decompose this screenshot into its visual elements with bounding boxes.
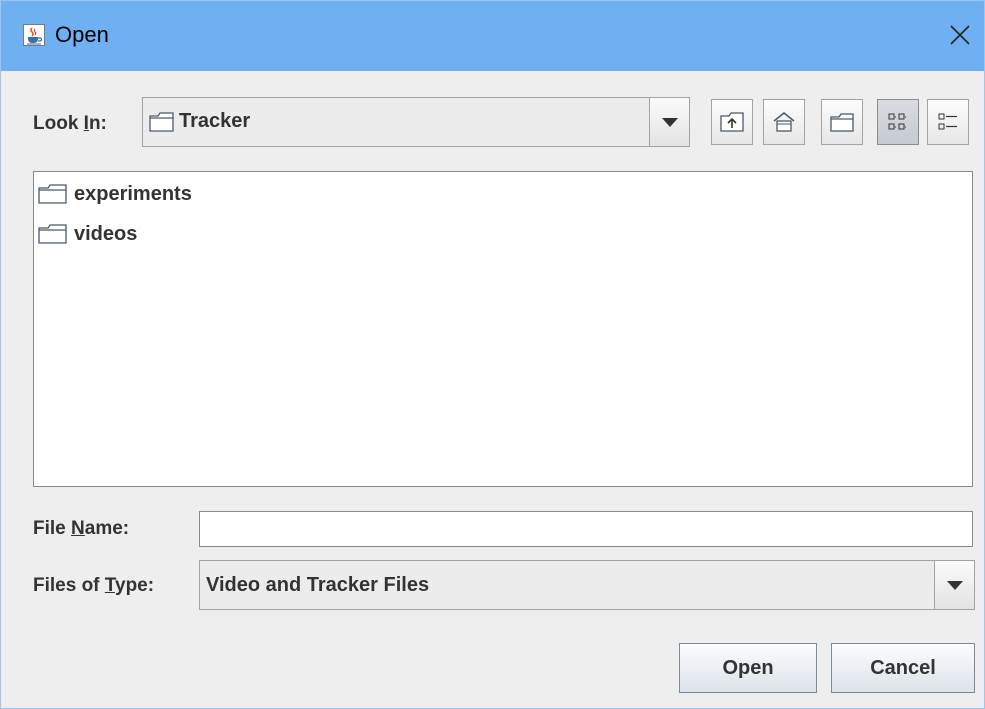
home-button[interactable]: [763, 99, 805, 145]
list-item[interactable]: experiments: [38, 180, 192, 208]
files-of-type-label: Files of Type:: [33, 574, 154, 598]
window-title: Open: [55, 22, 109, 47]
folder-icon: [38, 224, 67, 244]
open-dialog: Open Look In: Tracker experiments videos…: [0, 0, 985, 709]
files-of-type-label-prefix: Files of: [33, 575, 105, 596]
close-icon: [950, 25, 970, 45]
files-of-type-label-suffix: ype:: [115, 575, 155, 596]
list-item-label: experiments: [74, 182, 192, 205]
list-item-label: videos: [74, 222, 138, 245]
chevron-down-icon: [946, 580, 963, 590]
files-of-type-label-mnemonic: T: [104, 575, 115, 596]
list-view-button[interactable]: [877, 99, 919, 145]
list-item[interactable]: videos: [38, 220, 137, 248]
create-new-folder-button[interactable]: [821, 99, 863, 145]
file-name-label-mnemonic: N: [71, 518, 85, 539]
look-in-dropdown-button[interactable]: [649, 98, 689, 146]
files-of-type-combobox[interactable]: Video and Tracker Files: [199, 560, 975, 610]
files-of-type-dropdown-button[interactable]: [934, 561, 974, 609]
files-of-type-value: Video and Tracker Files: [206, 574, 430, 596]
details-view-button[interactable]: [927, 99, 969, 145]
look-in-label-suffix: n:: [88, 113, 107, 134]
folder-icon: [38, 184, 67, 204]
chevron-down-icon: [661, 117, 678, 127]
details-view-icon: [938, 113, 957, 130]
file-name-label-prefix: File: [33, 518, 72, 539]
title-bar[interactable]: Open: [1, 1, 984, 71]
java-cup-icon: [23, 24, 45, 46]
up-one-level-button[interactable]: [711, 99, 753, 145]
file-name-label-suffix: ame:: [84, 518, 130, 539]
open-button[interactable]: Open: [679, 643, 817, 693]
home-icon: [773, 112, 795, 132]
folder-up-icon: [720, 112, 744, 132]
close-button[interactable]: [940, 13, 980, 57]
file-list[interactable]: experiments videos: [33, 171, 973, 487]
look-in-value: Tracker: [179, 110, 251, 132]
folder-icon: [149, 112, 174, 132]
look-in-combobox[interactable]: Tracker: [142, 97, 690, 147]
file-name-field[interactable]: [199, 511, 973, 547]
look-in-label-prefix: Look: [33, 113, 84, 134]
list-view-icon: [888, 113, 907, 130]
cancel-button[interactable]: Cancel: [831, 643, 975, 693]
look-in-label: Look In:: [33, 112, 107, 136]
new-folder-icon: [830, 113, 854, 132]
file-name-label: File Name:: [33, 517, 129, 541]
